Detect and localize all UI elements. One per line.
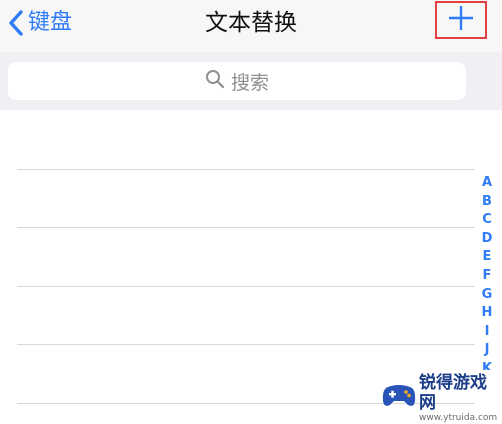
list-separator	[17, 169, 475, 170]
index-letter[interactable]: I	[478, 323, 496, 342]
search-placeholder: 搜索	[230, 71, 269, 94]
search-icon	[205, 69, 225, 93]
index-letter[interactable]: A	[478, 174, 496, 193]
list-separator	[17, 227, 475, 228]
add-button[interactable]	[435, 1, 487, 39]
index-letter[interactable]: C	[478, 211, 496, 230]
back-button[interactable]: 键盘	[8, 8, 72, 38]
index-letter[interactable]: E	[478, 248, 496, 267]
index-letter[interactable]: H	[478, 304, 496, 323]
index-letter[interactable]: D	[478, 230, 496, 249]
index-letter[interactable]: J	[478, 341, 496, 360]
back-label: 键盘	[28, 10, 73, 35]
page-title: 文本替换	[205, 10, 297, 36]
chevron-left-icon	[8, 9, 24, 37]
index-letter[interactable]: B	[478, 193, 496, 212]
index-letter[interactable]: G	[478, 286, 496, 305]
list-separator	[17, 344, 475, 345]
search-area: 搜索	[0, 52, 502, 110]
search-input[interactable]: 搜索	[8, 62, 466, 100]
alphabet-index[interactable]: ABCDEFGHIJK	[478, 174, 496, 370]
watermark: 锐得游戏网 www.ytruida.com	[382, 373, 500, 423]
index-letter[interactable]: K	[478, 360, 496, 370]
plus-icon	[447, 4, 475, 36]
gamepad-logo-icon	[382, 383, 416, 413]
watermark-name: 锐得游戏网	[419, 372, 487, 413]
navigation-bar: 键盘 文本替换	[0, 0, 502, 52]
watermark-url: www.ytruida.com	[419, 412, 498, 423]
list-separator	[17, 286, 475, 287]
index-letter[interactable]: F	[478, 267, 496, 286]
